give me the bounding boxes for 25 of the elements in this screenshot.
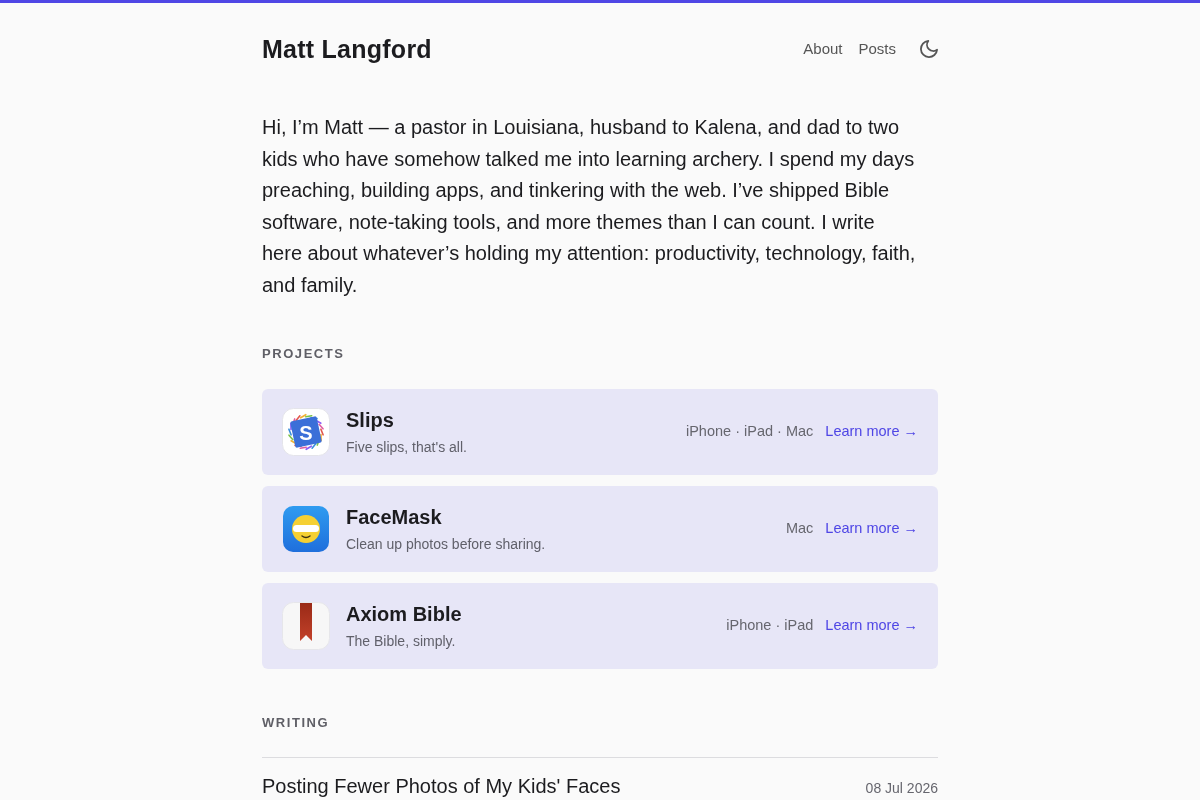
- section-heading: PROJECTS: [262, 345, 346, 362]
- site-title: Matt Langford: [262, 34, 432, 64]
- theme-toggle-button[interactable]: [920, 40, 938, 58]
- learn-more-link[interactable]: Learn more →: [825, 615, 918, 638]
- project-name: Axiom Bible: [346, 602, 462, 628]
- post-title-link[interactable]: Posting Fewer Photos of My Kids' Faces: [262, 773, 621, 798]
- platforms-label: iPhone · iPad · Mac: [685, 422, 814, 442]
- project-tagline: Clean up photos before sharing.: [346, 535, 546, 555]
- app-icon: [282, 505, 330, 554]
- app-icon: [282, 602, 330, 651]
- intro-paragraph: Hi, I’m Matt — a pastor in Louisiana, husband to Kalena, and dad to two kids who have somehow talked me into learning archery. I spend my days preaching, building apps, and tinkering with the web. I’ve shipped Bible software, note-taking tools, and more themes than I can count. I write here about whatever’s holding my attention: productivity, technology, faith, and family.: [262, 115, 917, 298]
- platforms-label: Mac: [785, 519, 814, 539]
- learn-more-link[interactable]: Learn more →: [825, 518, 918, 541]
- app-icon: S: [282, 408, 330, 457]
- moon-icon: [920, 40, 938, 58]
- nav-link[interactable]: About: [803, 37, 843, 61]
- learn-more-link[interactable]: Learn more →: [825, 421, 918, 444]
- post-date: 08 Jul 2026: [865, 778, 938, 798]
- project-name: FaceMask: [346, 505, 442, 531]
- platforms-label: iPhone · iPad: [726, 616, 814, 636]
- project-tagline: The Bible, simply.: [346, 632, 456, 652]
- project-name: Slips: [346, 408, 394, 434]
- nav-link[interactable]: Posts: [858, 37, 896, 61]
- project-tagline: Five slips, that's all.: [346, 438, 467, 458]
- section-heading: WRITING: [262, 715, 331, 731]
